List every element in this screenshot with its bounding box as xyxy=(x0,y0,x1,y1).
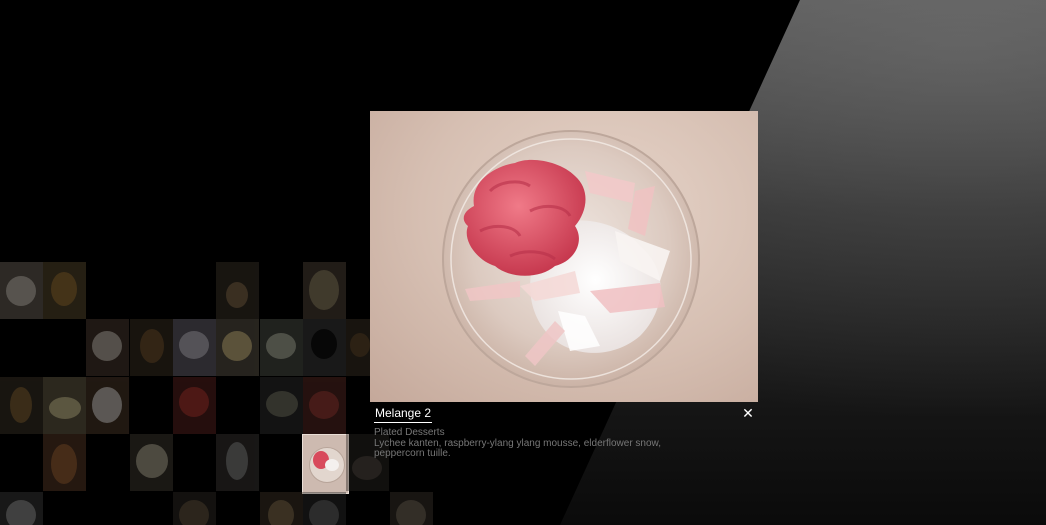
thumbnail[interactable] xyxy=(216,262,259,319)
thumbnail[interactable] xyxy=(260,492,303,525)
dessert-description: Lychee kanten, raspberry-ylang ylang mou… xyxy=(374,438,662,459)
gallery-stage: Melange 2 Plated Desserts Lychee kanten,… xyxy=(0,0,1046,525)
close-icon: ✕ xyxy=(742,405,754,421)
thumbnail[interactable] xyxy=(173,319,216,376)
thumbnail[interactable] xyxy=(303,262,346,319)
thumbnail[interactable] xyxy=(86,319,129,376)
dessert-illustration xyxy=(442,130,700,388)
thumbnail[interactable] xyxy=(43,434,86,491)
thumbnail[interactable] xyxy=(303,492,346,525)
thumbnail[interactable] xyxy=(0,377,43,434)
thumbnail[interactable] xyxy=(390,492,433,525)
thumbnail[interactable] xyxy=(0,262,43,319)
thumbnail[interactable] xyxy=(216,319,259,376)
thumbnail[interactable] xyxy=(260,319,303,376)
thumbnail[interactable] xyxy=(43,262,86,319)
thumbnail[interactable] xyxy=(43,377,86,434)
dessert-title: Melange 2 xyxy=(374,406,433,423)
photo-caption: Melange 2 Plated Desserts Lychee kanten,… xyxy=(374,404,758,459)
featured-dessert-photo xyxy=(370,111,758,402)
thumbnail[interactable] xyxy=(303,377,346,434)
thumbnail[interactable] xyxy=(0,492,43,525)
thumbnail[interactable] xyxy=(173,377,216,434)
thumbnail-active[interactable] xyxy=(302,434,349,494)
thumbnail[interactable] xyxy=(260,377,303,434)
close-button[interactable]: ✕ xyxy=(740,405,756,421)
thumbnail[interactable] xyxy=(303,319,346,376)
thumbnail[interactable] xyxy=(86,377,129,434)
thumbnail[interactable] xyxy=(130,434,173,491)
thumbnail[interactable] xyxy=(173,492,216,525)
thumbnail[interactable] xyxy=(130,319,173,376)
thumbnail[interactable] xyxy=(216,434,259,491)
